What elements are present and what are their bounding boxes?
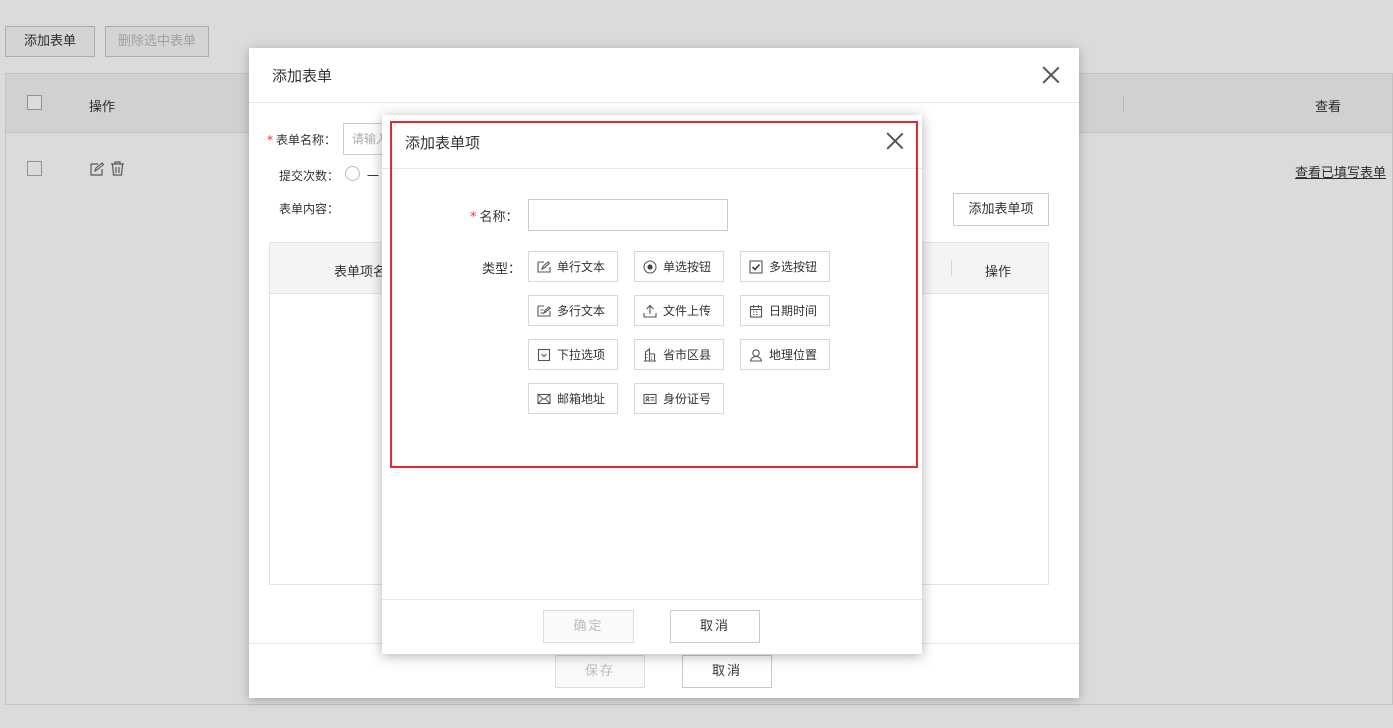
mail-icon [537,393,551,404]
add-form-item-dialog: 添加表单项 * 名称： 类型： 单行文本 单选按钮 多选按钮 多行文本 文件上传 … [382,115,922,654]
type-label: 邮箱地址 [557,392,606,406]
close-icon[interactable] [886,132,904,150]
close-icon[interactable] [1042,66,1060,84]
required-star: * [470,210,477,225]
edit-multiline-icon [537,304,551,317]
type-label: 单行文本 [557,260,606,274]
building-icon [644,347,656,362]
type-province-city-button[interactable]: 省市区县 [634,339,724,370]
type-label: 省市区县 [663,348,712,362]
column-divider [951,260,952,276]
submit-count-label: 提交次数： [279,169,340,183]
type-single-line-text-button[interactable]: 单行文本 [528,251,618,282]
divider [382,168,922,169]
form-name-label: * 表单名称： [267,133,337,147]
dropdown-icon [537,348,551,361]
save-button[interactable]: 保存 [555,655,645,688]
type-email-button[interactable]: 邮箱地址 [528,383,618,414]
submit-count-radio[interactable] [345,166,360,181]
type-label: 地理位置 [769,348,818,362]
item-name-label: * 名称： [470,210,519,225]
cancel-button[interactable]: 取消 [682,655,772,688]
type-checkbox-button[interactable]: 多选按钮 [740,251,830,282]
id-card-icon [643,393,657,404]
form-content-label: 表单内容： [279,202,340,216]
required-star: * [267,133,273,147]
add-form-dialog-title: 添加表单 [272,67,333,85]
confirm-button[interactable]: 确定 [543,610,634,643]
radio-icon [643,259,657,274]
type-multi-line-text-button[interactable]: 多行文本 [528,295,618,326]
col-action-header: 操作 [985,265,1012,280]
type-label: 日期时间 [769,304,818,318]
type-label: 多选按钮 [769,260,818,274]
item-type-label: 类型： [482,262,522,277]
cancel-button[interactable]: 取消 [670,610,760,643]
type-radio-button[interactable]: 单选按钮 [634,251,724,282]
edit-line-icon [537,260,551,273]
checkbox-icon [749,259,763,274]
type-datetime-button[interactable]: 日期时间 [740,295,830,326]
add-form-item-dialog-footer: 确定 取消 [382,599,922,654]
type-id-number-button[interactable]: 身份证号 [634,383,724,414]
type-dropdown-button[interactable]: 下拉选项 [528,339,618,370]
type-label: 身份证号 [663,392,712,406]
type-label: 文件上传 [663,304,712,318]
item-name-input[interactable] [528,199,728,231]
submit-count-option: 一 [367,169,380,183]
add-form-dialog-header: 添加表单 [249,48,1079,103]
type-label: 多行文本 [557,304,606,318]
add-form-item-button[interactable]: 添加表单项 [953,193,1049,226]
type-label: 单选按钮 [663,260,712,274]
type-location-button[interactable]: 地理位置 [740,339,830,370]
add-form-item-dialog-title: 添加表单项 [405,134,481,152]
location-person-icon [749,348,763,362]
type-file-upload-button[interactable]: 文件上传 [634,295,724,326]
col-item-name-header: 表单项名 [334,265,387,280]
calendar-icon [749,304,763,318]
type-label: 下拉选项 [557,348,606,362]
upload-icon [643,304,657,318]
